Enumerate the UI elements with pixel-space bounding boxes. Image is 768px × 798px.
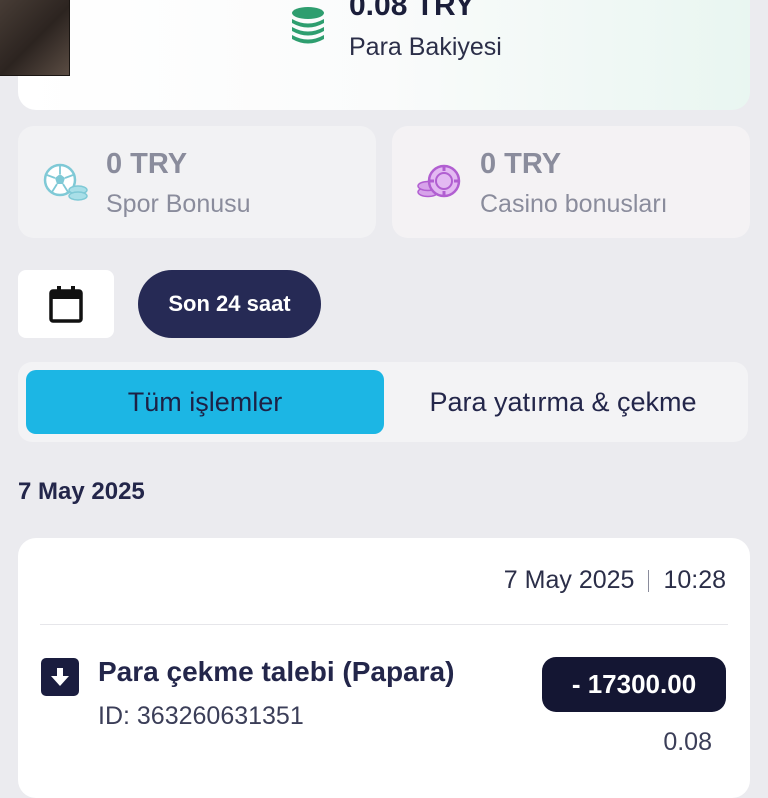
transaction-date: 7 May 2025: [503, 566, 635, 594]
date-picker-button[interactable]: [18, 270, 114, 338]
tab-deposit-withdraw[interactable]: Para yatırma & çekme: [384, 370, 742, 434]
time-range-filter-button[interactable]: Son 24 saat: [138, 270, 321, 338]
transaction-title: Para çekme talebi (Papara): [98, 656, 455, 687]
download-arrow-icon: [41, 658, 79, 696]
tab-all-transactions[interactable]: Tüm işlemler: [26, 370, 384, 434]
transaction-balance-after: 0.08: [663, 728, 712, 756]
casino-bonus-label: Casino bonusları: [480, 190, 668, 218]
divider: [40, 624, 728, 625]
transaction-type-tabs: Tüm işlemler Para yatırma & çekme: [18, 362, 748, 442]
balance-amount: 0.08 TRY: [349, 0, 475, 22]
section-date-heading: 7 May 2025: [18, 478, 145, 505]
transaction-amount-badge: - 17300.00: [542, 657, 726, 712]
calendar-icon: [49, 286, 83, 323]
casino-bonus-amount: 0 TRY: [480, 148, 562, 180]
sport-bonus-amount: 0 TRY: [106, 148, 188, 180]
transaction-time: 10:28: [663, 566, 726, 594]
balance-label: Para Bakiyesi: [349, 33, 502, 61]
transaction-datetime: 7 May 2025 10:28: [504, 566, 726, 595]
coins-stack-icon: [292, 7, 324, 44]
balance-card: 0.08 TRY Para Bakiyesi: [18, 0, 750, 110]
sport-bonus-label: Spor Bonusu: [106, 190, 251, 218]
transaction-card[interactable]: 7 May 2025 10:28 Para çekme talebi (Papa…: [18, 538, 750, 798]
casino-bonus-card[interactable]: 0 TRY Casino bonusları: [392, 126, 750, 238]
casino-chips-icon: [417, 164, 461, 198]
soccer-ball-coins-icon: [43, 163, 88, 201]
datetime-separator: [648, 569, 650, 592]
avatar[interactable]: [0, 0, 70, 76]
transaction-id: ID: 363260631351: [98, 702, 304, 730]
sport-bonus-card[interactable]: 0 TRY Spor Bonusu: [18, 126, 376, 238]
